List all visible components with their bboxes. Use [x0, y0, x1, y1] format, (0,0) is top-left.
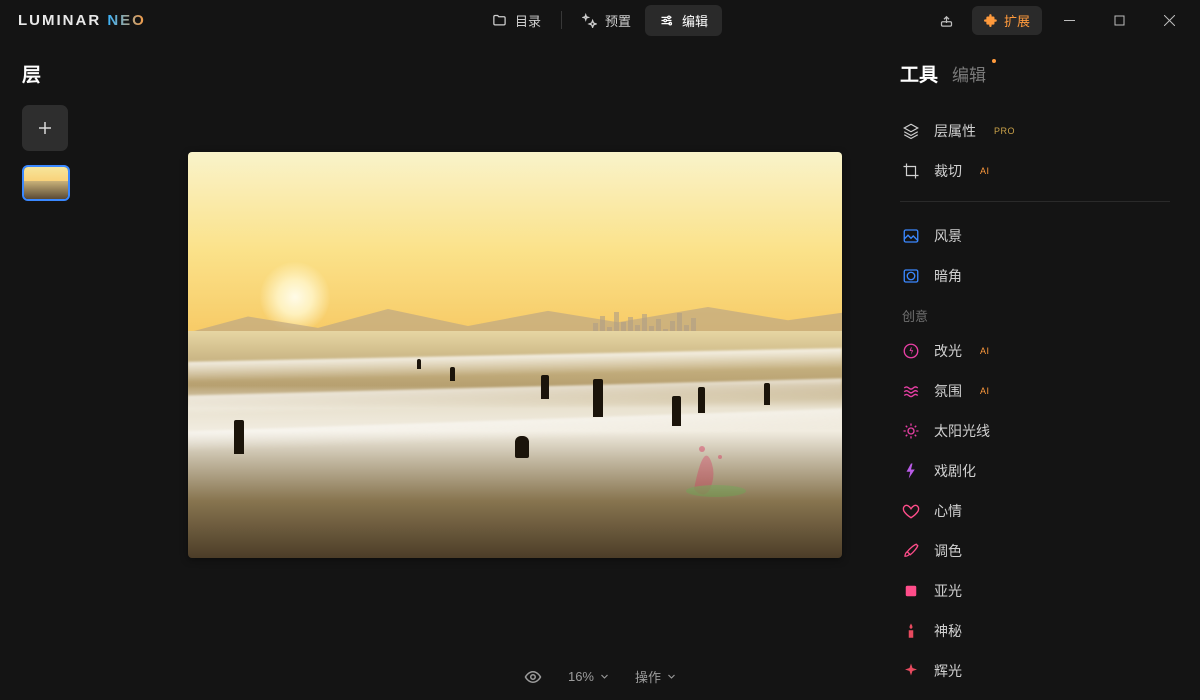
canvas-area: 16% 操作 [150, 40, 880, 700]
nav-edit-label: 编辑 [682, 11, 708, 30]
tool-matte[interactable]: 亚光 [900, 571, 1170, 611]
tool-label: 戏剧化 [934, 461, 976, 481]
tool-label: 太阳光线 [934, 421, 990, 441]
layers-icon [902, 122, 920, 140]
plus-icon [36, 119, 54, 137]
sliders-icon [659, 13, 674, 28]
share-icon [939, 13, 954, 28]
pro-badge: PRO [994, 126, 1015, 136]
layers-panel: 层 [0, 40, 150, 700]
tool-vignette[interactable]: 暗角 [900, 256, 1170, 296]
tool-label: 风景 [934, 226, 962, 246]
eye-icon [524, 668, 542, 686]
app-logo: LUMINAR NEO [18, 12, 146, 29]
tool-glow[interactable]: 辉光 [900, 651, 1170, 691]
tool-layer-properties[interactable]: 层属性 PRO [900, 111, 1170, 151]
tool-mood[interactable]: 心情 [900, 491, 1170, 531]
close-icon [1164, 15, 1175, 26]
tool-label: 氛围 [934, 381, 962, 401]
tool-label: 辉光 [934, 661, 962, 681]
nav-presets[interactable]: 预置 [568, 5, 645, 36]
minimize-button[interactable] [1046, 5, 1092, 35]
mode-nav: 目录 预置 编辑 [478, 5, 722, 36]
vignette-icon [902, 267, 920, 285]
tool-sunrays[interactable]: 太阳光线 [900, 411, 1170, 451]
ai-badge: AI [980, 386, 990, 396]
titlebar: LUMINAR NEO 目录 预置 编辑 扩展 [0, 0, 1200, 40]
tool-crop[interactable]: 裁切 AI [900, 151, 1170, 191]
nav-separator [561, 11, 562, 29]
image-canvas[interactable] [188, 152, 842, 558]
tool-landscape[interactable]: 风景 [900, 216, 1170, 256]
sparkle-icon [902, 662, 920, 680]
square-icon [902, 582, 920, 600]
logo-brand: LUMINAR [18, 12, 101, 29]
tool-toning[interactable]: 调色 [900, 531, 1170, 571]
tool-relight[interactable]: 改光 AI [900, 331, 1170, 371]
waves-icon [902, 382, 920, 400]
folder-icon [492, 13, 507, 28]
ai-badge: AI [980, 166, 990, 176]
tools-panel: 工具 编辑 层属性 PRO 裁切 AI 风景 暗角 创意 改光 AI [880, 40, 1200, 700]
image-icon [902, 227, 920, 245]
sparkle-icon [582, 13, 597, 28]
nav-catalog[interactable]: 目录 [478, 5, 555, 36]
tool-label: 神秘 [934, 621, 962, 641]
nav-presets-label: 预置 [605, 11, 631, 30]
zoom-dropdown[interactable]: 16% [568, 669, 609, 684]
close-button[interactable] [1146, 5, 1192, 35]
zoom-value: 16% [568, 669, 594, 684]
extensions-button[interactable]: 扩展 [972, 6, 1042, 35]
sun-icon [902, 422, 920, 440]
bolt-icon [902, 462, 920, 480]
layer-thumbnail[interactable] [22, 165, 70, 201]
divider [900, 201, 1170, 202]
tool-label: 心情 [934, 501, 962, 521]
tools-title: 工具 [900, 60, 938, 87]
chevron-down-icon [667, 672, 676, 681]
crop-icon [902, 162, 920, 180]
chevron-down-icon [600, 672, 609, 681]
tool-mystical[interactable]: 神秘 [900, 611, 1170, 651]
tool-label: 调色 [934, 541, 962, 561]
share-button[interactable] [930, 5, 964, 35]
ai-badge: AI [980, 346, 990, 356]
section-creative: 创意 [900, 296, 1170, 331]
minimize-icon [1064, 15, 1075, 26]
tool-atmosphere[interactable]: 氛围 AI [900, 371, 1170, 411]
tool-label: 改光 [934, 341, 962, 361]
tool-label: 暗角 [934, 266, 962, 286]
tool-dramatic[interactable]: 戏剧化 [900, 451, 1170, 491]
edits-tab[interactable]: 编辑 [952, 61, 986, 86]
logo-suffix: NEO [107, 12, 146, 29]
candle-icon [902, 622, 920, 640]
nav-edit[interactable]: 编辑 [645, 5, 722, 36]
maximize-icon [1114, 15, 1125, 26]
bolt-circle-icon [902, 342, 920, 360]
nav-catalog-label: 目录 [515, 11, 541, 30]
puzzle-icon [984, 13, 998, 27]
tool-label: 亚光 [934, 581, 962, 601]
tool-label: 层属性 [934, 121, 976, 141]
layers-title: 层 [22, 60, 150, 87]
ops-label: 操作 [635, 667, 661, 686]
brush-icon [902, 542, 920, 560]
viewer-controls: 16% 操作 [524, 667, 676, 686]
maximize-button[interactable] [1096, 5, 1142, 35]
compare-toggle[interactable] [524, 668, 542, 686]
watermark [654, 419, 764, 509]
extensions-label: 扩展 [1004, 11, 1030, 30]
add-layer-button[interactable] [22, 105, 68, 151]
ops-dropdown[interactable]: 操作 [635, 667, 676, 686]
heart-icon [902, 502, 920, 520]
window-controls: 扩展 [930, 5, 1192, 35]
tool-label: 裁切 [934, 161, 962, 181]
